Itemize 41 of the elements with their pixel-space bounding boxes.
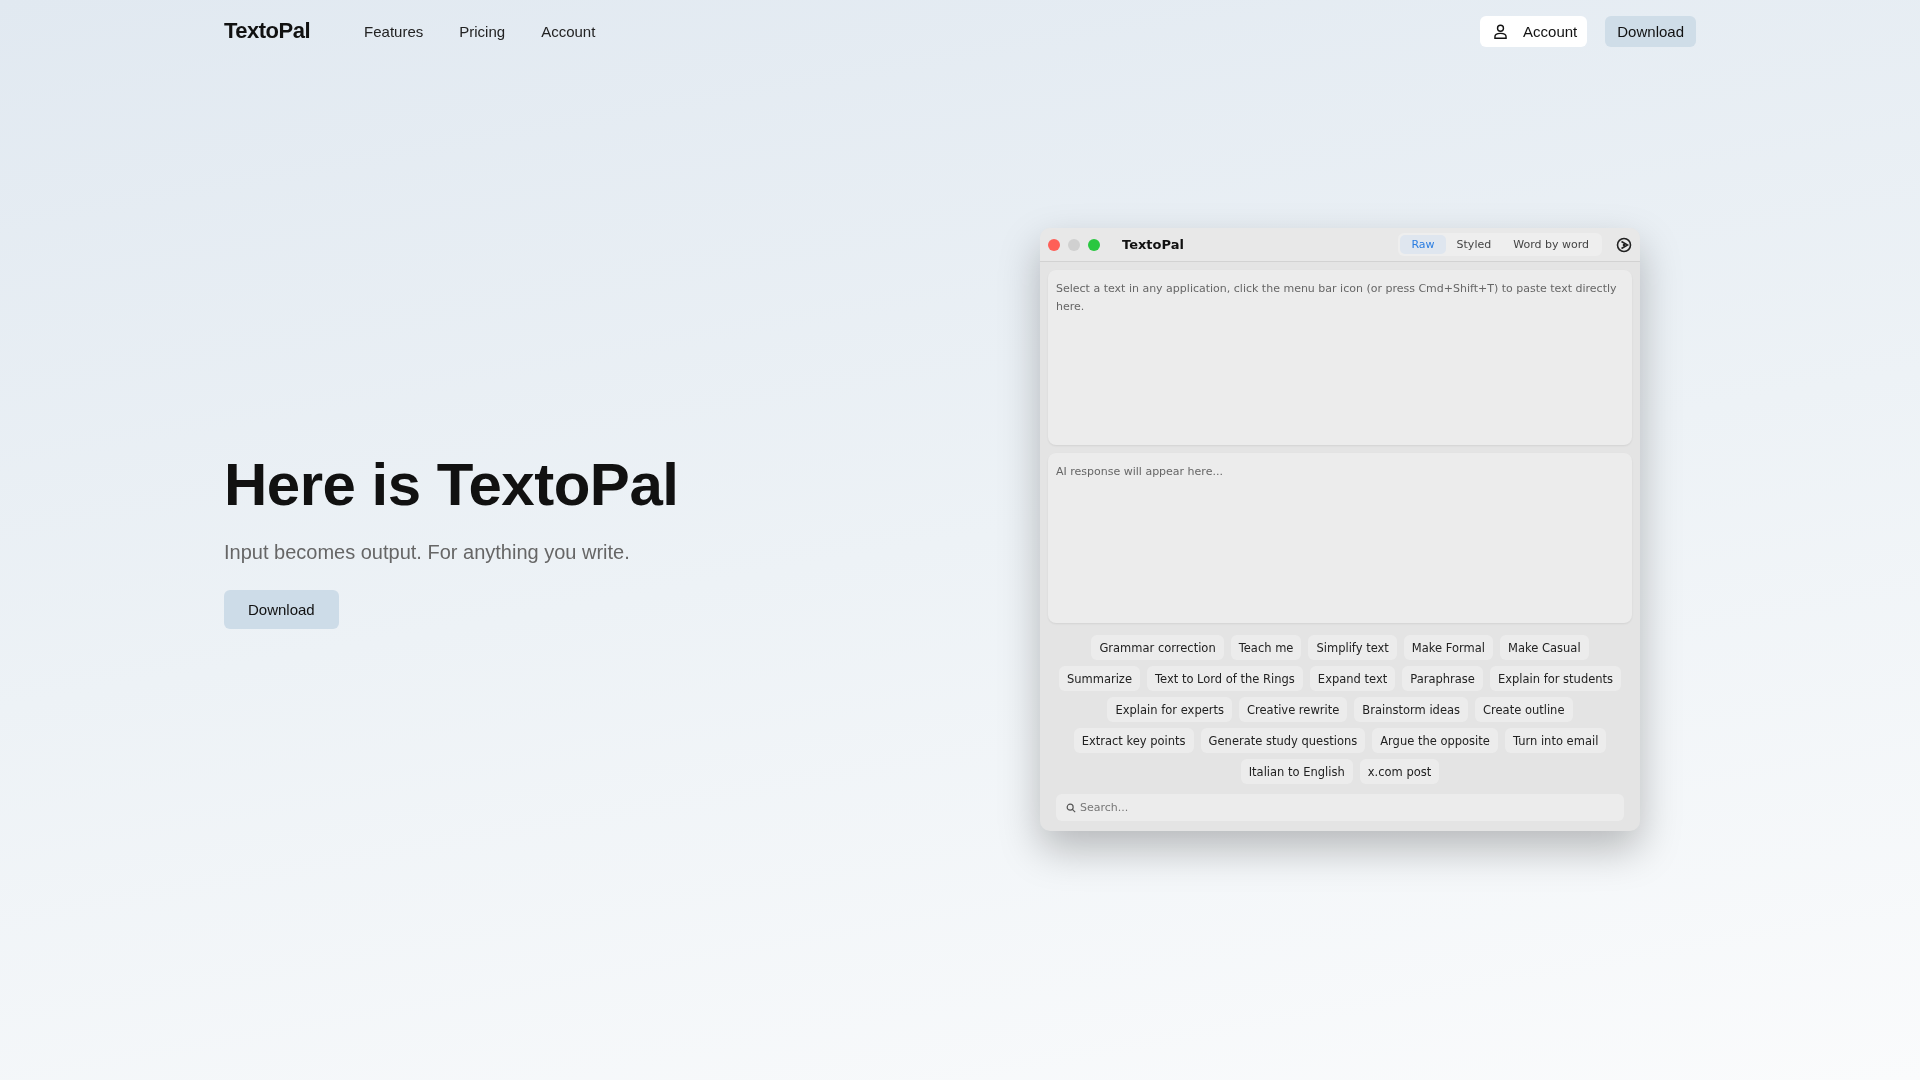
input-field[interactable]: Select a text in any application, click the menu bar icon (or press Cmd+Shift+T) to paste text directly here.	[1048, 270, 1632, 445]
action-chip[interactable]: Summarize	[1058, 666, 1140, 691]
action-chip[interactable]: Brainstorm ideas	[1354, 697, 1469, 722]
nav-link[interactable]: Account	[541, 22, 596, 40]
action-chip[interactable]: Explain for students	[1489, 666, 1622, 691]
action-chip[interactable]: Text to Lord of the Rings	[1147, 666, 1303, 691]
action-chip[interactable]: Italian to English	[1240, 759, 1353, 784]
search-icon	[1066, 803, 1076, 813]
action-chip[interactable]: Argue the opposite	[1372, 728, 1498, 753]
action-chip[interactable]: Creative rewrite	[1239, 697, 1348, 722]
action-chip[interactable]: Explain for experts	[1107, 697, 1232, 722]
action-chip[interactable]: x.com post	[1359, 759, 1440, 784]
tab[interactable]: Styled	[1445, 235, 1503, 254]
nav-link[interactable]: Pricing	[459, 22, 506, 40]
action-chip[interactable]: Make Formal	[1403, 635, 1494, 660]
zoom-icon[interactable]	[1088, 238, 1100, 251]
action-chip[interactable]: Make Casual	[1500, 635, 1589, 660]
action-chip[interactable]: Turn into email	[1504, 728, 1607, 753]
action-chip[interactable]: Generate study questions	[1200, 728, 1366, 753]
tab[interactable]: Word by word	[1502, 235, 1600, 254]
search-field[interactable]: Search...	[1056, 794, 1624, 821]
close-icon[interactable]	[1048, 238, 1060, 251]
nav-link[interactable]: Features	[364, 22, 424, 40]
download-button[interactable]: Download	[224, 590, 339, 629]
action-chip[interactable]: Grammar correction	[1091, 635, 1224, 660]
action-chip[interactable]: Create outline	[1475, 697, 1573, 722]
window-title: TextoPal	[1122, 237, 1184, 252]
logo[interactable]: TextoPal	[224, 18, 311, 44]
hero-title: Here is TextoPal	[224, 450, 679, 519]
action-chip[interactable]: Simplify text	[1308, 635, 1397, 660]
settings-icon[interactable]	[1616, 236, 1632, 253]
action-chip[interactable]: Extract key points	[1073, 728, 1194, 753]
hero-subtitle: Input becomes output. For anything you write.	[224, 541, 631, 564]
person-icon	[1494, 23, 1508, 39]
minimize-icon[interactable]	[1068, 238, 1080, 251]
download-button[interactable]: Download	[1605, 15, 1696, 47]
action-chip[interactable]: Teach me	[1230, 635, 1302, 660]
response-field[interactable]: AI response will appear here...	[1048, 453, 1632, 623]
action-chip[interactable]: Expand text	[1309, 666, 1396, 691]
action-chip[interactable]: Paraphrase	[1402, 666, 1483, 691]
account-button[interactable]: Account	[1480, 15, 1588, 47]
